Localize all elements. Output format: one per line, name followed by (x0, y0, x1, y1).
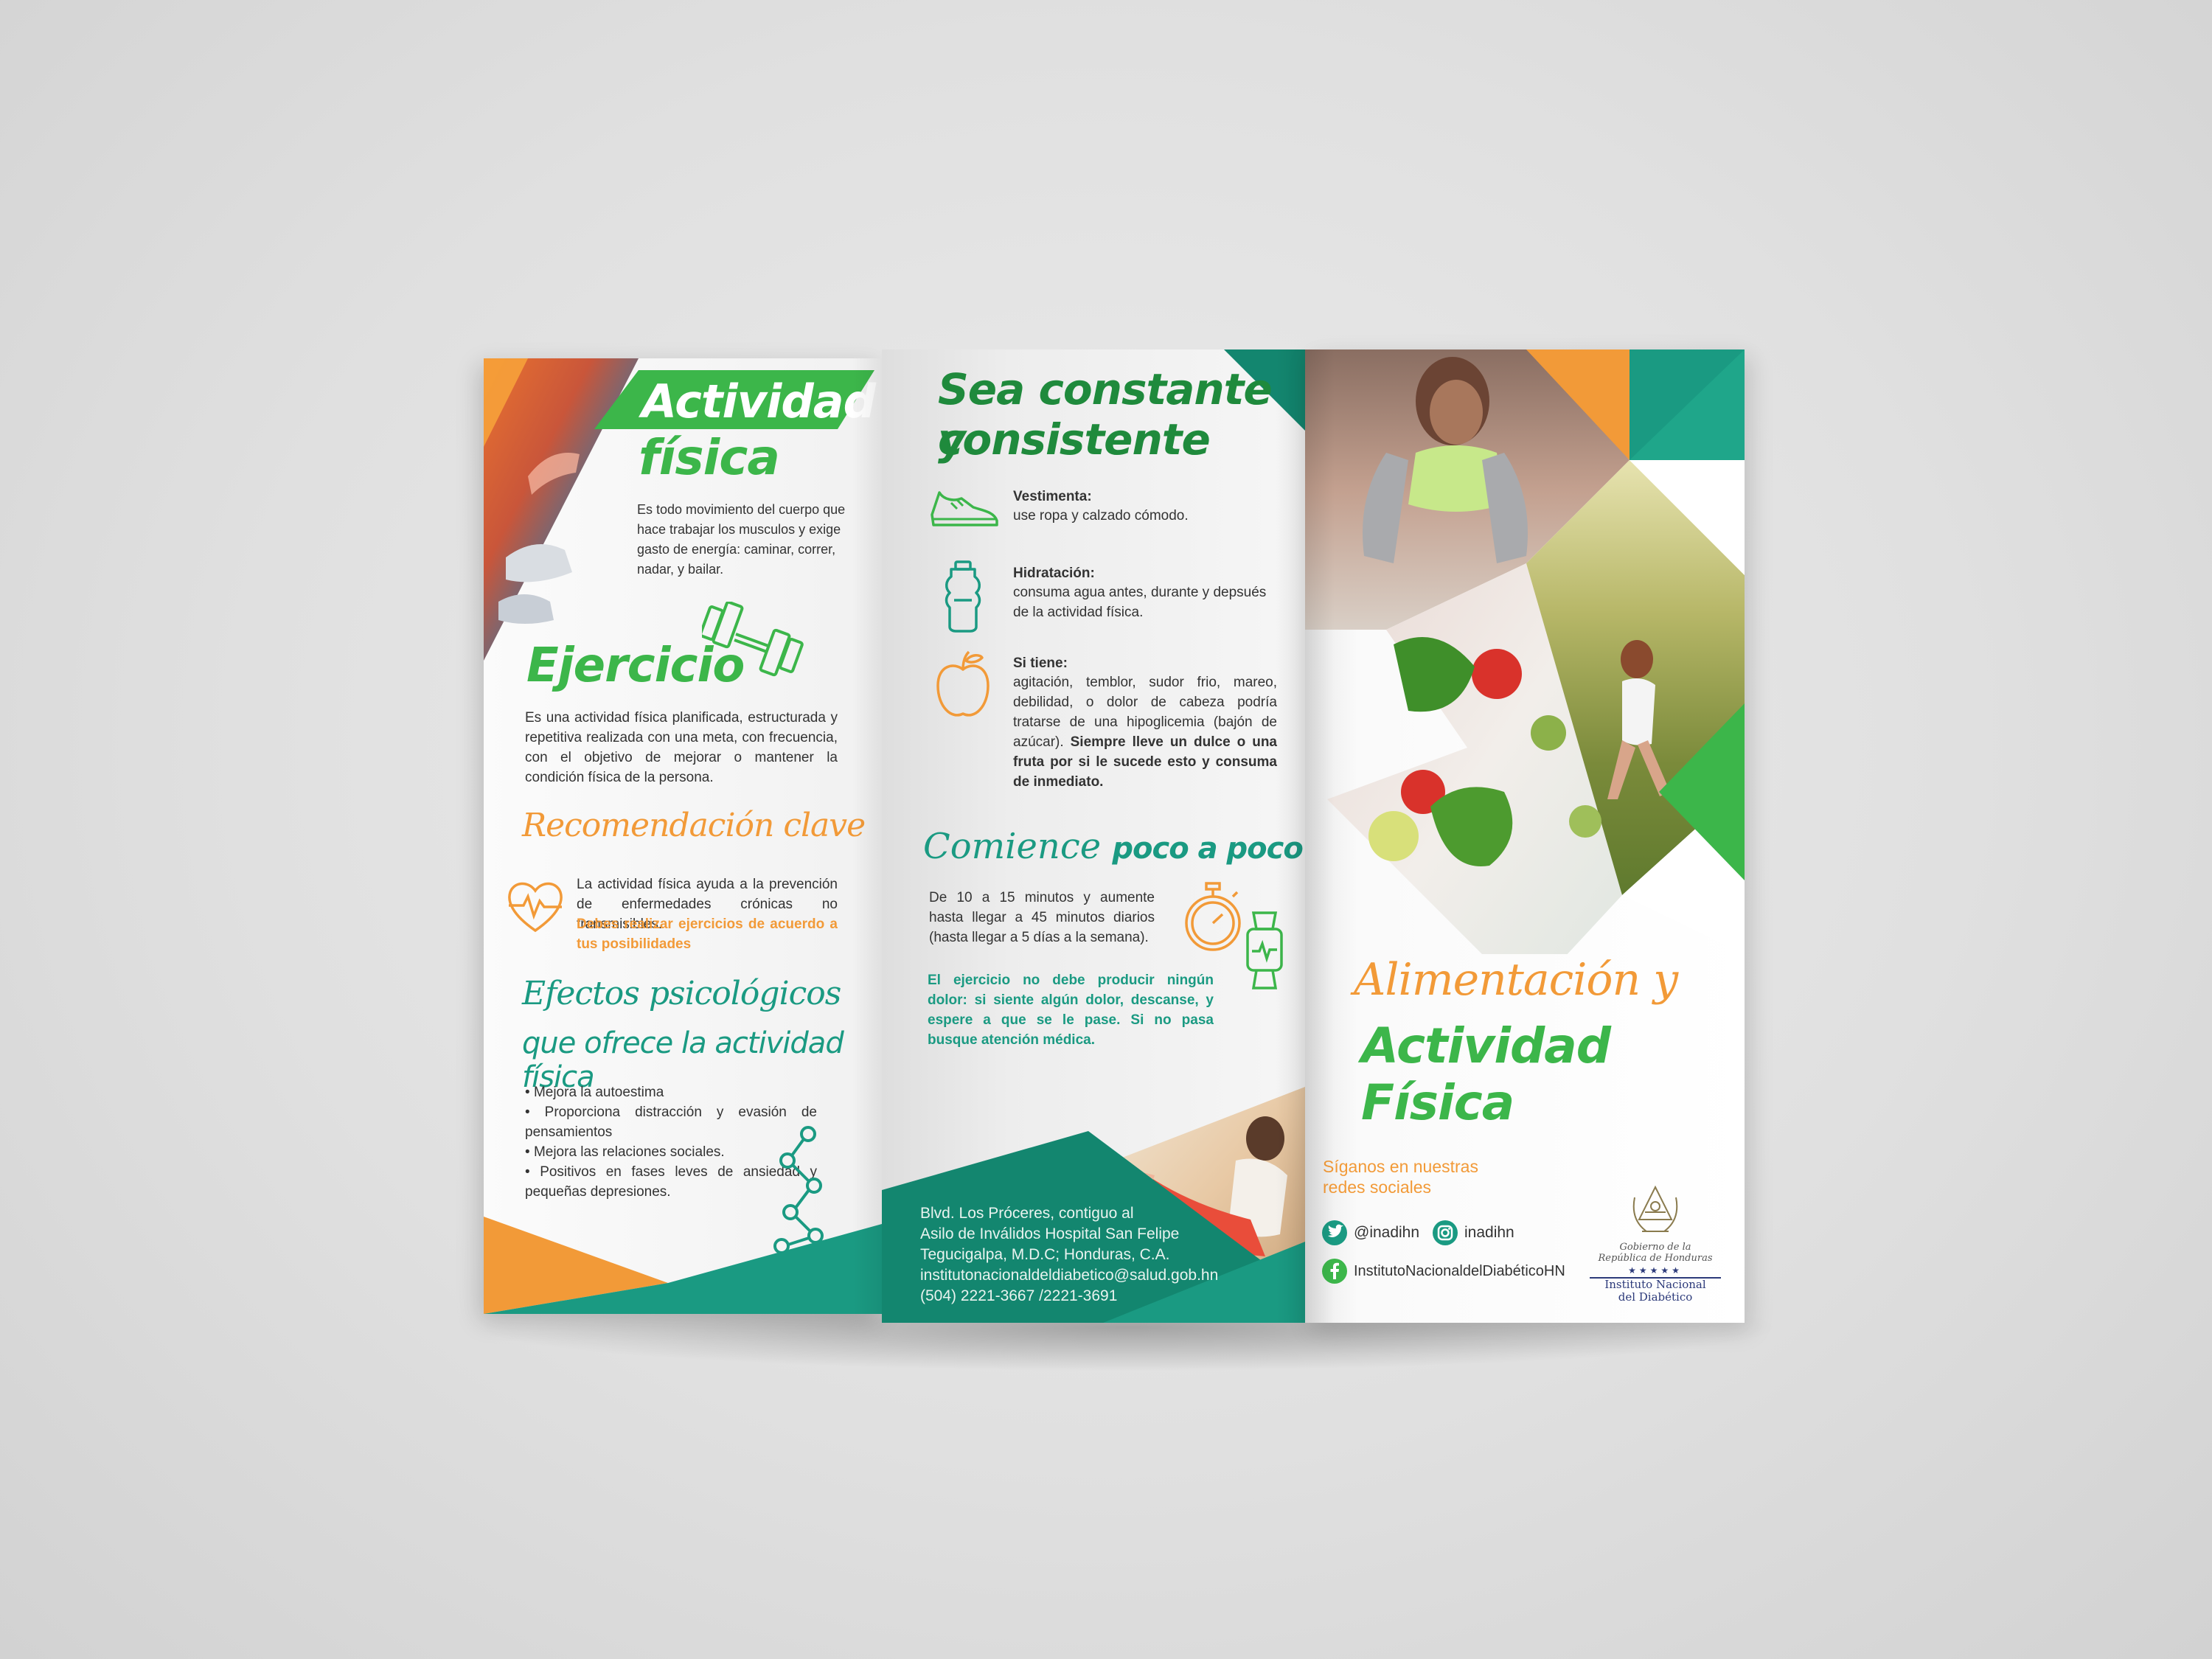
cover-title-2: Actividad Física (1361, 1018, 1611, 1131)
tip-label-hydration: Hidratación: (1013, 566, 1095, 581)
title-actividad: Actividad (641, 375, 876, 428)
gov-line: Gobierno de la (1619, 1242, 1691, 1253)
fold-shade (1276, 349, 1305, 1323)
panel-left: Actividad física Es todo movimiento del … (484, 358, 882, 1314)
cover-collage (1305, 349, 1745, 954)
phone-numbers: (504) 2221-3667 /2221-3691 (920, 1287, 1118, 1304)
constant-title-2: consistente (938, 414, 1211, 465)
inst-line: del Diabético (1618, 1290, 1693, 1304)
follow-line: redes sociales (1323, 1178, 1432, 1197)
tip-label-symptoms: Si tiene: (1013, 655, 1068, 671)
cover-title-1: Alimentación y (1354, 954, 1678, 1006)
tip-text-symptoms: agitación, temblor, sudor frio, mareo, d… (1013, 675, 1277, 790)
address-block: Blvd. Los Próceres, contiguo al Asilo de… (920, 1203, 1218, 1307)
fold-shade (852, 358, 882, 1314)
tip-text-clothing: use ropa y calzado cómodo. (1013, 508, 1189, 524)
institute-logo: Gobierno de la República de Honduras ★★★… (1585, 1183, 1725, 1304)
instagram-icon (1433, 1220, 1458, 1245)
list-item: • Mejora la autoestima (525, 1085, 664, 1100)
facebook-link[interactable]: InstitutoNacionaldelDiabéticoHN (1321, 1258, 1565, 1284)
address-line: Asilo de Inválidos Hospital San Felipe (920, 1225, 1180, 1242)
instagram-handle: inadihn (1464, 1224, 1514, 1241)
twitter-link[interactable]: @inadihn (1321, 1220, 1419, 1246)
facebook-handle: InstitutoNacionaldelDiabéticoHN (1354, 1262, 1565, 1279)
water-bottle-icon (945, 560, 981, 633)
panel-cover: Alimentación y Actividad Física Síganos … (1305, 349, 1745, 1323)
warning-text: El ejercicio no debe producir ningún dol… (928, 973, 1214, 1048)
apple-icon (936, 650, 990, 717)
gov-line: República de Honduras (1598, 1253, 1713, 1264)
inst-line: Instituto Nacional (1604, 1278, 1706, 1291)
fold-shade (1305, 349, 1335, 1323)
intro-text: Es todo movimiento del cuerpo que hace t… (637, 502, 846, 577)
instagram-link[interactable]: inadihn (1432, 1220, 1514, 1246)
shoe-icon (931, 491, 998, 526)
title-fisica: física (639, 429, 780, 486)
gov-name: Gobierno de la República de Honduras (1585, 1242, 1725, 1264)
tip-label-clothing: Vestimenta: (1013, 489, 1092, 504)
panel-middle: Sea constante y consistente Vestimenta: … (882, 349, 1305, 1323)
start-text: De 10 a 15 minutos y aumente hasta llega… (929, 890, 1155, 945)
follow-line: Síganos en nuestras (1323, 1157, 1478, 1176)
rec-title: Recomendación clave (522, 807, 866, 844)
stopwatch-icon (1185, 882, 1241, 951)
email-link[interactable]: institutonacionaldeldiabetico@salud.gob.… (920, 1265, 1218, 1286)
address-line: Blvd. Los Próceres, contiguo al (920, 1205, 1134, 1222)
heart-pulse-icon (508, 882, 563, 933)
rec-highlight: Debes realizar ejercicios de acuerdo a t… (577, 917, 838, 952)
stars: ★★★★★ (1628, 1265, 1683, 1276)
follow-text: Síganos en nuestras redes sociales (1323, 1156, 1478, 1197)
exercise-text: Es una actividad física planificada, est… (525, 710, 838, 785)
coat-of-arms-icon (1632, 1185, 1678, 1232)
bottom-triangles (484, 1217, 882, 1314)
start-title: Comience poco a poco (923, 826, 1304, 867)
exercise-title: Ejercicio (526, 639, 745, 693)
address-line: Tegucigalpa, M.D.C; Honduras, C.A. (920, 1246, 1170, 1263)
twitter-handle: @inadihn (1354, 1224, 1420, 1241)
inst-name: Instituto Nacional del Diabético (1585, 1279, 1725, 1304)
psych-title-1: Efectos psicológicos (522, 975, 841, 1012)
tip-text-hydration: consuma agua antes, durante y depsués de… (1013, 585, 1267, 620)
